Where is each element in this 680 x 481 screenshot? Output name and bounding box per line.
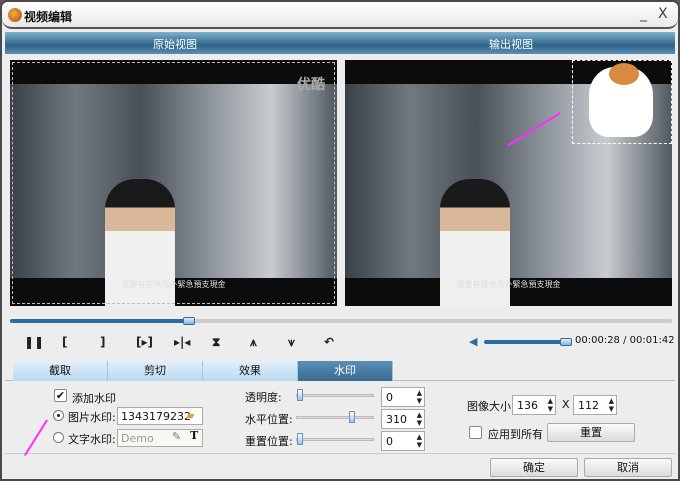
watermark-panel: ✔ 添加水印 图片水印: 1343179232 ▰ 文字水印: Demo ✎ T… [5, 382, 675, 454]
apply-all-label: 应用到所有 [488, 428, 543, 441]
hpos-spinner[interactable]: 310 ▲ ▼ [381, 409, 425, 429]
font-icon[interactable]: T [190, 429, 198, 442]
timeline-slider[interactable] [10, 317, 672, 325]
mark-out-button[interactable]: ] [100, 335, 105, 349]
height-value: 112 [578, 399, 599, 412]
vpos-knob[interactable] [297, 433, 303, 445]
volume-slider[interactable] [484, 338, 572, 346]
image-watermark-radio[interactable] [53, 410, 64, 421]
cat-watermark-image [589, 63, 653, 137]
output-view-label: 输出视图 [489, 38, 533, 51]
video-edit-window: 视频编辑 _ X 原始视图 输出视图 优酷 滙豐有提供海外緊急預支現金 滙豐有提… [0, 0, 680, 481]
hpos-value: 310 [386, 413, 407, 426]
view-header: 原始视图 输出视图 [5, 32, 675, 54]
pen-icon[interactable]: ✎ [172, 430, 181, 443]
watermark-selection[interactable] [572, 60, 672, 144]
timeline-progress [10, 319, 189, 323]
minimize-button[interactable]: _ [640, 6, 647, 22]
hpos-knob[interactable] [349, 411, 355, 423]
subtitle: 滙豐有提供海外緊急預支現金 [456, 280, 561, 289]
vpos-label: 重置位置: [245, 435, 293, 448]
pause-button[interactable]: ❚❚ [24, 335, 44, 349]
rotate-left-button[interactable]: ⩚ [250, 335, 257, 350]
ok-button[interactable]: 确定 [490, 458, 578, 477]
opacity-knob[interactable] [297, 389, 303, 401]
image-watermark-label: 图片水印: [68, 411, 116, 424]
tab-bar: 截取 剪切 效果 水印 [5, 361, 675, 381]
image-size-label: 图像大小: [467, 400, 515, 413]
reset-button[interactable]: 重置 [547, 423, 635, 442]
width-value: 136 [517, 399, 538, 412]
tab-capture[interactable]: 截取 [13, 361, 108, 381]
original-video[interactable]: 优酷 滙豐有提供海外緊急預支現金 [10, 60, 337, 306]
apply-all-checkbox[interactable] [469, 426, 482, 439]
add-watermark-checkbox[interactable]: ✔ [54, 389, 67, 402]
output-video[interactable]: 滙豐有提供海外緊急預支現金 [345, 60, 672, 306]
text-watermark-radio[interactable] [53, 432, 64, 443]
volume-knob[interactable] [560, 338, 572, 346]
volume-icon[interactable]: ◀ [469, 335, 477, 348]
hpos-label: 水平位置: [245, 413, 293, 426]
trim-button[interactable]: ⧗ [212, 335, 220, 350]
opacity-label: 透明度: [245, 391, 282, 404]
tab-effects[interactable]: 效果 [203, 361, 298, 381]
title-bar: 视频编辑 _ X [2, 2, 678, 29]
width-spinner[interactable]: 136 ▲ ▼ [512, 395, 556, 415]
timeline-knob[interactable] [182, 317, 195, 325]
vpos-slider[interactable] [296, 433, 374, 445]
crop-frame[interactable] [12, 62, 335, 304]
app-logo-icon [8, 8, 22, 22]
time-display: 00:00:28 / 00:01:42 [575, 335, 675, 346]
vpos-spinner[interactable]: 0 ▲ ▼ [381, 431, 425, 451]
cancel-button[interactable]: 取消 [584, 458, 672, 477]
split-button[interactable]: ▸|◂ [174, 335, 190, 349]
folder-icon[interactable]: ▰ [186, 409, 194, 422]
play-selection-button[interactable]: [▸] [136, 335, 153, 349]
tab-watermark[interactable]: 水印 [298, 361, 393, 381]
add-watermark-label: 添加水印 [72, 392, 116, 405]
opacity-slider[interactable] [296, 389, 374, 401]
window-title: 视频编辑 [24, 10, 73, 24]
tab-cut[interactable]: 剪切 [108, 361, 203, 381]
hpos-slider[interactable] [296, 411, 374, 423]
opacity-value: 0 [386, 391, 393, 404]
close-button[interactable]: X [658, 6, 668, 22]
height-spinner[interactable]: 112 ▲ ▼ [573, 395, 617, 415]
vpos-value: 0 [386, 435, 393, 448]
original-view-label: 原始视图 [153, 38, 197, 51]
mark-in-button[interactable]: [ [62, 335, 67, 349]
size-separator: X [562, 398, 570, 411]
rotate-right-button[interactable]: ⩛ [288, 335, 295, 350]
image-path-value: 1343179232 [121, 410, 191, 423]
text-placeholder: Demo [121, 432, 154, 445]
opacity-spinner[interactable]: 0 ▲ ▼ [381, 387, 425, 407]
undo-button[interactable]: ↶ [324, 335, 334, 349]
text-watermark-label: 文字水印: [68, 433, 116, 446]
